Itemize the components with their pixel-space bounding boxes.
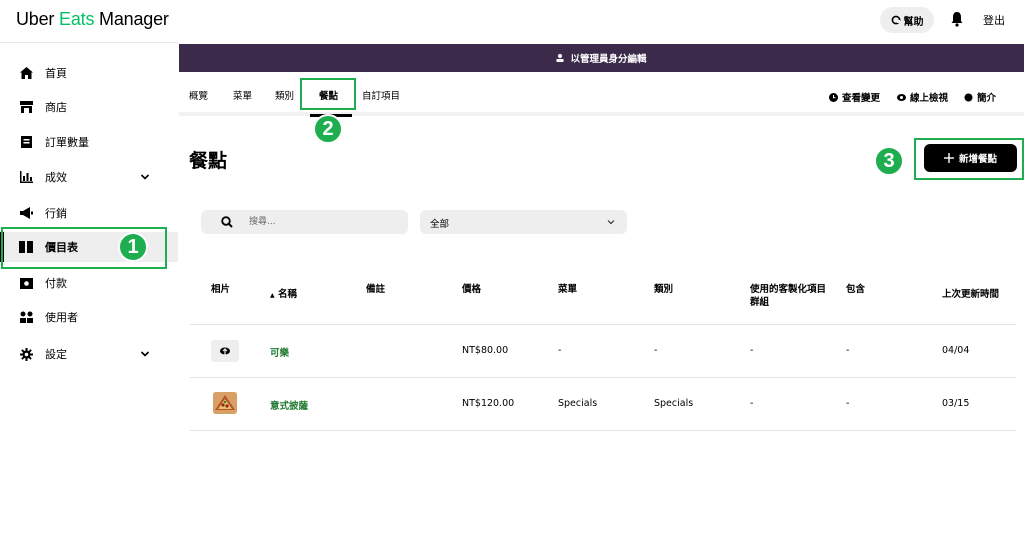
- item-menu: Specials: [558, 398, 598, 409]
- view-history-link[interactable]: 查看變更: [829, 90, 880, 104]
- logout-link[interactable]: 登出: [983, 12, 1005, 28]
- filter-select[interactable]: 全部: [420, 210, 627, 234]
- orders-icon: [18, 135, 34, 149]
- sidebar-item-label: 商店: [45, 101, 67, 114]
- sidebar-item-label: 行銷: [45, 207, 67, 220]
- search-icon: [221, 216, 233, 228]
- pizza-image: [213, 392, 237, 414]
- cloud-upload-icon: [220, 347, 230, 355]
- table-divider: [190, 430, 1016, 431]
- item-name-link[interactable]: 可樂: [270, 345, 289, 359]
- gear-icon: [18, 347, 34, 361]
- column-header-contains: 包含: [846, 284, 866, 295]
- item-name-link[interactable]: 意式披薩: [270, 398, 308, 412]
- sidebar-item-payment[interactable]: 付款: [0, 268, 178, 298]
- sidebar-item-label: 使用者: [45, 311, 78, 324]
- search-input[interactable]: [249, 213, 399, 231]
- chevron-down-icon: [140, 174, 150, 180]
- sidebar-item-label: 成效: [45, 171, 67, 184]
- item-contains: -: [846, 398, 850, 409]
- sidebar-item-marketing[interactable]: 行銷: [0, 198, 178, 228]
- item-custom-groups: -: [750, 345, 754, 356]
- sidebar-item-home[interactable]: 首頁: [0, 58, 178, 88]
- tab-categories[interactable]: 類別: [275, 88, 294, 102]
- admin-banner-text: 以管理員身分編輯: [570, 54, 647, 65]
- app-logo[interactable]: Uber Eats Manager: [16, 9, 169, 30]
- chart-icon: [18, 170, 34, 184]
- item-updated: 03/15: [942, 398, 970, 409]
- sidebar-item-orders[interactable]: 訂單數量: [0, 127, 178, 157]
- item-menu: -: [558, 345, 562, 356]
- page-title: 餐點: [189, 150, 228, 172]
- item-price: NT$120.00: [462, 398, 515, 409]
- home-icon: [18, 66, 34, 80]
- payment-icon: [18, 276, 34, 290]
- tab-overview[interactable]: 概覽: [189, 88, 208, 102]
- intro-label: 簡介: [977, 93, 997, 104]
- upload-photo-button[interactable]: [211, 340, 239, 362]
- preview-online-label: 線上檢視: [910, 93, 949, 104]
- clock-icon: [829, 92, 838, 102]
- item-category: Specials: [654, 398, 694, 409]
- sidebar-item-users[interactable]: 使用者: [0, 302, 178, 332]
- eye-icon: [897, 93, 906, 101]
- table-divider: [190, 324, 1016, 325]
- column-header-category: 類別: [654, 284, 674, 295]
- column-header-menu: 菜單: [558, 284, 578, 295]
- annotation-badge-1: 1: [118, 232, 148, 262]
- column-header-note: 備註: [366, 284, 386, 295]
- intro-link[interactable]: 簡介: [964, 90, 996, 104]
- column-header-price: 價格: [462, 284, 482, 295]
- users-icon: [18, 310, 34, 324]
- filter-select-value: 全部: [430, 219, 450, 230]
- admin-banner: 以管理員身分編輯: [179, 44, 1024, 72]
- annotation-box-add: [914, 138, 1024, 180]
- item-category: -: [654, 345, 658, 356]
- item-custom-groups: -: [750, 398, 754, 409]
- search-box: [201, 210, 408, 234]
- tab-menus[interactable]: 菜單: [233, 88, 252, 102]
- user-icon: [556, 54, 564, 62]
- column-header-photo: 相片: [211, 284, 231, 295]
- megaphone-icon: [18, 206, 34, 220]
- help-icon: [891, 15, 900, 25]
- column-header-name-label: 名稱: [277, 289, 297, 300]
- logo-text-manager: Manager: [94, 9, 169, 29]
- sidebar: 首頁 商店 訂單數量 成效 行銷 價目表 付款 使用者 設定: [0, 42, 178, 557]
- sidebar-item-label: 付款: [45, 277, 67, 290]
- table-divider: [190, 377, 1016, 378]
- help-button[interactable]: 幫助: [880, 7, 934, 33]
- sidebar-item-label: 訂單數量: [45, 136, 89, 149]
- column-header-updated: 上次更新時間: [942, 289, 1000, 300]
- sidebar-item-performance[interactable]: 成效: [0, 162, 178, 192]
- item-price: NT$80.00: [462, 345, 509, 356]
- item-updated: 04/04: [942, 345, 970, 356]
- sort-up-icon: ▲: [270, 292, 275, 299]
- column-header-custom-groups: 使用的客製化項目群組: [750, 284, 827, 308]
- item-contains: -: [846, 345, 850, 356]
- annotation-badge-2: 2: [313, 114, 343, 144]
- sidebar-item-label: 首頁: [45, 67, 67, 80]
- top-bar: Uber Eats Manager 幫助 登出: [0, 0, 1024, 42]
- chevron-down-icon: [607, 220, 615, 225]
- tab-modifiers[interactable]: 自訂項目: [362, 88, 400, 102]
- dot-icon: [964, 93, 973, 101]
- column-header-name[interactable]: ▲ 名稱: [270, 288, 297, 302]
- annotation-badge-3: 3: [874, 146, 904, 176]
- sidebar-item-store[interactable]: 商店: [0, 92, 178, 122]
- sidebar-item-settings[interactable]: 設定: [0, 339, 178, 369]
- item-photo[interactable]: [213, 392, 237, 414]
- bell-icon[interactable]: [950, 11, 964, 27]
- help-label: 幫助: [903, 16, 924, 28]
- logo-text-eats: Eats: [59, 9, 95, 29]
- chevron-down-icon: [140, 351, 150, 357]
- store-icon: [18, 100, 34, 114]
- preview-online-link[interactable]: 線上檢視: [897, 90, 948, 104]
- sidebar-item-label: 設定: [45, 348, 67, 361]
- annotation-box-tab: [300, 78, 356, 110]
- view-history-label: 查看變更: [842, 93, 881, 104]
- logo-text-uber: Uber: [16, 9, 60, 29]
